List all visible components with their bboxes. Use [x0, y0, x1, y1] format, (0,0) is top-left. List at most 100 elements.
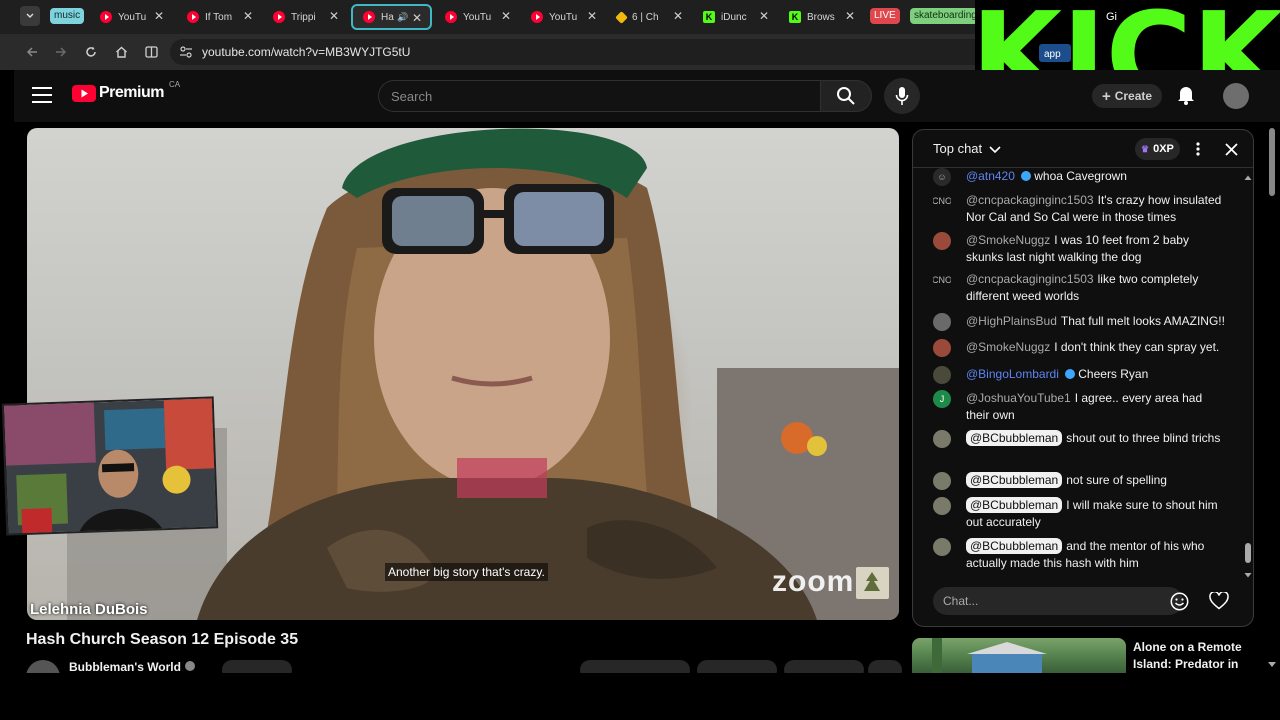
chat-text: not sure of spelling	[1066, 473, 1167, 487]
tab-kick-2[interactable]: K Brows ✕	[779, 4, 863, 30]
home-icon[interactable]	[111, 42, 131, 62]
save-button[interactable]	[784, 660, 864, 673]
close-icon[interactable]: ✕	[671, 9, 685, 23]
more-actions-button[interactable]	[868, 660, 902, 673]
video-player[interactable]	[27, 128, 899, 620]
chat-message: ☺ @atn420 whoa Cavegrown	[933, 168, 1233, 186]
close-icon[interactable]: ✕	[499, 9, 513, 23]
more-options-icon[interactable]	[1188, 139, 1208, 159]
user-avatar[interactable]: ☺	[933, 168, 951, 186]
hamburger-menu-icon[interactable]	[32, 86, 52, 104]
back-arrow-icon[interactable]	[22, 42, 42, 62]
user-avatar[interactable]	[933, 339, 951, 357]
search-button[interactable]	[820, 80, 872, 112]
close-icon[interactable]: ✕	[585, 9, 599, 23]
chat-author[interactable]: @BCbubbleman	[966, 430, 1063, 446]
heart-icon[interactable]	[1209, 592, 1229, 610]
chat-scrollbar[interactable]	[1244, 174, 1252, 579]
chat-author[interactable]: @HighPlainsBud	[966, 314, 1057, 328]
close-icon[interactable]: ✕	[410, 11, 424, 25]
user-avatar[interactable]	[933, 472, 951, 490]
chat-mode-dropdown[interactable]: Top chat	[933, 141, 1001, 156]
like-dislike-button[interactable]	[580, 660, 690, 673]
user-avatar[interactable]	[933, 313, 951, 331]
close-icon[interactable]: ✕	[843, 9, 857, 23]
youtube-logo[interactable]: Premium CA	[72, 80, 180, 102]
chat-author[interactable]: @atn420	[966, 169, 1015, 183]
close-chat-icon[interactable]	[1221, 139, 1241, 159]
channel-avatar[interactable]	[26, 660, 60, 673]
share-button[interactable]	[697, 660, 777, 673]
chat-message: CNO @cncpackaginginc1503 It's crazy how i…	[933, 192, 1233, 225]
tab-youtube-2[interactable]: If Tom ✕	[177, 4, 261, 30]
speaker-icon[interactable]: 🔊	[397, 12, 408, 23]
voice-search-button[interactable]	[884, 78, 920, 114]
xp-badge[interactable]: ♛ 0XP	[1135, 138, 1180, 160]
close-icon[interactable]: ✕	[757, 9, 771, 23]
tab-title: iDunc	[721, 11, 747, 23]
notifications-bell-icon[interactable]	[1177, 85, 1195, 105]
chat-author[interactable]: @BingoLombardi	[966, 367, 1059, 381]
chat-message: @BingoLombardi Cheers Ryan	[933, 366, 1233, 384]
user-avatar[interactable]	[933, 497, 951, 515]
tab-title: YouTu	[118, 11, 147, 23]
chat-message: @SmokeNuggz I was 10 feet from 2 baby sku…	[933, 232, 1233, 265]
tab-search-button[interactable]	[20, 6, 40, 26]
split-view-icon[interactable]	[141, 42, 161, 62]
user-avatar[interactable]	[933, 232, 951, 250]
chat-author[interactable]: @cncpackaginginc1503	[966, 272, 1094, 286]
tab-kick-1[interactable]: K iDunc ✕	[693, 4, 777, 30]
tab-binance[interactable]: 6 | Ch ✕	[607, 4, 691, 30]
user-avatar[interactable]	[933, 366, 951, 384]
chat-text: whoa Cavegrown	[1034, 169, 1127, 183]
verified-icon	[1020, 171, 1031, 181]
tab-group-live[interactable]: LIVE	[870, 8, 900, 24]
search-input[interactable]: Search	[378, 80, 820, 112]
user-avatar[interactable]	[933, 538, 951, 556]
tab-youtube-4[interactable]: YouTu ✕	[435, 4, 519, 30]
chat-input[interactable]: Chat...	[933, 587, 1183, 615]
chat-author[interactable]: @SmokeNuggz	[966, 340, 1050, 354]
chat-input-placeholder: Chat...	[943, 594, 979, 608]
recommended-video-thumbnail[interactable]	[912, 638, 1126, 673]
user-avatar[interactable]: J	[933, 390, 951, 408]
chat-message: @HighPlainsBud That full melt looks AMAZI…	[933, 313, 1233, 331]
chat-author[interactable]: @BCbubbleman	[966, 497, 1063, 513]
channel-name[interactable]: Bubbleman's World	[69, 660, 181, 673]
user-avatar[interactable]: CNO	[933, 271, 951, 289]
bottom-letterbox	[0, 673, 1280, 720]
chat-author[interactable]: @JoshuaYouTube1	[966, 391, 1071, 405]
user-avatar[interactable]	[933, 430, 951, 448]
chat-author[interactable]: @SmokeNuggz	[966, 233, 1050, 247]
tab-group-music[interactable]: music	[50, 8, 85, 24]
chat-message: @SmokeNuggz I don't think they can spray …	[933, 339, 1233, 357]
forward-arrow-icon[interactable]	[51, 42, 71, 62]
site-settings-icon[interactable]	[179, 45, 193, 59]
tab-youtube-5[interactable]: YouTu ✕	[521, 4, 605, 30]
chat-message: CNO @cncpackaginginc1503 like two complet…	[933, 271, 1233, 304]
emoji-icon[interactable]	[1170, 592, 1189, 611]
create-button[interactable]: + Create	[1092, 84, 1162, 108]
user-avatar[interactable]: CNO	[933, 192, 951, 210]
youtube-icon	[100, 11, 112, 23]
url-text[interactable]: youtube.com/watch?v=MB3WYJTG5tU	[202, 45, 410, 59]
page-scrollbar[interactable]	[1266, 128, 1278, 673]
tab-youtube-1[interactable]: YouTu ✕	[90, 4, 172, 30]
tab-active[interactable]: Ha 🔊 ✕	[351, 4, 432, 30]
tab-title: YouTu	[463, 11, 492, 23]
membership-button[interactable]	[222, 660, 292, 673]
chat-author[interactable]: @BCbubbleman	[966, 472, 1063, 488]
close-icon[interactable]: ✕	[241, 9, 255, 23]
close-icon[interactable]: ✕	[327, 9, 341, 23]
chat-text: Cheers Ryan	[1078, 367, 1149, 381]
tab-group-skateboarding[interactable]: skateboarding	[910, 8, 978, 24]
omnibox[interactable]: youtube.com/watch?v=MB3WYJTG5tU	[170, 39, 1060, 65]
avatar[interactable]	[1223, 83, 1249, 109]
chat-author[interactable]: @BCbubbleman	[966, 538, 1063, 554]
youtube-icon	[363, 11, 375, 23]
reload-icon[interactable]	[81, 42, 101, 62]
binance-icon	[615, 10, 628, 24]
tab-youtube-3[interactable]: Trippi ✕	[263, 4, 347, 30]
close-icon[interactable]: ✕	[152, 9, 166, 23]
chat-author[interactable]: @cncpackaginginc1503	[966, 193, 1094, 207]
